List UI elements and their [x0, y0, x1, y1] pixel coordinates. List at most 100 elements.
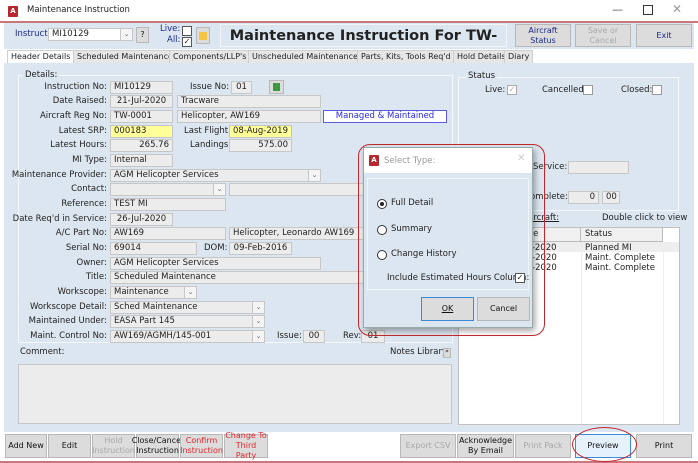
export-csv-button[interactable]: Export CSV: [400, 434, 456, 458]
last-flight-field[interactable]: 08-Aug-2019: [229, 125, 292, 138]
all-label: All:: [167, 35, 181, 45]
part-no-label: A/C Part No:: [55, 228, 107, 238]
close-cancel-instruction-button[interactable]: Close/Cancel Instruction: [132, 434, 183, 458]
workscope-value: Maintenance: [114, 287, 169, 297]
change-to-third-party-button[interactable]: Change To Third Party: [224, 431, 268, 460]
service-field[interactable]: [568, 161, 629, 174]
chevron-down-icon[interactable]: ⌄: [252, 302, 264, 313]
instruction-combo[interactable]: MI10129 ⌄: [48, 28, 133, 41]
managed-status-field: Managed & Maintained: [323, 110, 447, 123]
all-checkbox[interactable]: ✓: [182, 37, 192, 47]
reference-label: Reference:: [61, 199, 107, 209]
raised-by-field[interactable]: Tracware: [177, 95, 321, 108]
provider-combo[interactable]: AGM Helicopter Services ⌄: [110, 169, 321, 182]
workscope-detail-combo[interactable]: Sched Maintenance ⌄: [110, 301, 265, 314]
tab-hold-details[interactable]: Hold Details: [453, 50, 510, 64]
complete-minutes-field[interactable]: 00: [602, 191, 620, 204]
maximize-button[interactable]: [643, 5, 653, 15]
note-icon: [199, 31, 207, 40]
workscope-combo[interactable]: Maintenance ⌄: [110, 286, 197, 299]
date-raised-label: Date Raised:: [52, 96, 107, 106]
instruction-no-field[interactable]: MI10129: [110, 81, 173, 94]
grid-cell-status[interactable]: Maint. Complete: [585, 263, 655, 273]
tab-parts-kits-tools[interactable]: Parts, Kits, Tools Req'd: [357, 50, 455, 64]
owner-label: Owner:: [76, 258, 107, 268]
print-pack-button[interactable]: Print Pack: [515, 434, 571, 458]
notes-library-button[interactable]: *: [443, 348, 451, 358]
live-checkbox[interactable]: [182, 26, 192, 36]
edit-button[interactable]: Edit: [48, 434, 91, 458]
aircraft-desc-field[interactable]: Helicopter, AW169: [177, 110, 321, 123]
closed-checkbox[interactable]: [652, 85, 662, 95]
status-live-checkbox[interactable]: ✓: [507, 85, 517, 95]
part-desc-field[interactable]: Helicopter, Leonardo AW169: [229, 227, 369, 240]
closed-label: Closed:: [621, 85, 653, 95]
print-button[interactable]: Print: [636, 434, 692, 458]
dom-field[interactable]: 09-Feb-2016: [229, 242, 292, 255]
notes-button[interactable]: [196, 27, 210, 44]
title-bar: A Maintenance Instruction — ✕: [0, 0, 698, 22]
confirm-instruction-button[interactable]: Confirm Instruction: [180, 434, 223, 458]
grid-hint: Double click to view: [602, 213, 688, 223]
contact-label: Contact:: [71, 184, 107, 194]
reference-field[interactable]: TEST MI: [110, 198, 226, 211]
maintained-under-combo[interactable]: EASA Part 145 ⌄: [110, 315, 265, 328]
control-no-combo[interactable]: AW169/AGMH/145-001 ⌄: [110, 330, 265, 343]
comment-textarea[interactable]: [18, 364, 452, 424]
control-no-value: AW169/AGMH/145-001: [114, 331, 212, 341]
mi-type-field[interactable]: Internal: [110, 154, 173, 167]
chevron-down-icon[interactable]: ⌄: [120, 29, 132, 40]
close-button[interactable]: ✕: [672, 2, 682, 16]
column-header-status[interactable]: Status: [581, 228, 663, 242]
contact-combo[interactable]: ⌄: [110, 183, 226, 196]
acknowledge-by-email-button[interactable]: Acknowledge By Email: [457, 434, 514, 458]
maintained-under-value: EASA Part 145: [114, 316, 175, 326]
exit-button[interactable]: Exit: [636, 24, 692, 47]
latest-hours-field[interactable]: 265.76: [110, 139, 173, 152]
grid-cell-status[interactable]: Maint. Complete: [585, 253, 655, 263]
landings-field[interactable]: 575.00: [229, 139, 292, 152]
date-reqd-label: Date Req'd in Service:: [12, 214, 107, 224]
workscope-detail-value: Sched Maintenance: [114, 302, 198, 312]
tab-unscheduled-maintenance[interactable]: Unscheduled Maintenance: [248, 50, 362, 64]
date-reqd-field[interactable]: 26-Jul-2020: [110, 213, 173, 226]
tab-components[interactable]: Components/LLP's: [169, 50, 251, 64]
save-cancel-button[interactable]: Save or Cancel: [575, 24, 631, 47]
minimize-button[interactable]: —: [612, 3, 623, 16]
details-group-label: Details:: [23, 70, 60, 80]
aircraft-reg-field[interactable]: TW-0001: [110, 110, 173, 123]
chevron-down-icon[interactable]: ⌄: [308, 170, 320, 181]
owner-field[interactable]: AGM Helicopter Services: [110, 257, 321, 270]
dom-label: DOM:: [204, 243, 228, 253]
aircraft-status-button[interactable]: Aircraft Status: [515, 24, 571, 47]
serial-field[interactable]: 69014: [110, 242, 197, 255]
tab-diary[interactable]: Diary: [504, 50, 534, 64]
copy-button[interactable]: [269, 80, 284, 94]
title-label: Title:: [85, 272, 107, 282]
last-flight-label: Last Flight:: [184, 126, 231, 136]
workscope-label: Workscope:: [57, 287, 107, 297]
date-raised-field[interactable]: 21-Jul-2020: [110, 95, 173, 108]
chevron-down-icon[interactable]: ⌄: [252, 331, 264, 342]
tab-scheduled-maintenance[interactable]: Scheduled Maintenance: [73, 50, 177, 64]
chevron-down-icon[interactable]: ⌄: [213, 184, 225, 195]
grid-cell-status[interactable]: Planned MI: [585, 243, 632, 253]
chevron-down-icon[interactable]: ⌄: [252, 316, 264, 327]
title-field[interactable]: Scheduled Maintenance: [110, 271, 370, 284]
chevron-down-icon[interactable]: ⌄: [184, 287, 196, 298]
issue-no-field[interactable]: 01: [231, 81, 252, 94]
contact-detail-field[interactable]: [229, 183, 369, 196]
cancelled-label: Cancelled:: [542, 85, 587, 95]
part-no-field[interactable]: AW169: [110, 227, 226, 240]
provider-value: AGM Helicopter Services: [114, 170, 219, 180]
complete-hours-field[interactable]: 0: [568, 191, 599, 204]
workscope-detail-label: Workscope Detail:: [29, 302, 107, 312]
hold-instruction-button[interactable]: Hold Instruction: [92, 434, 135, 458]
help-button[interactable]: ?: [136, 27, 149, 43]
page-title: Maintenance Instruction For TW-0001: [220, 24, 507, 66]
control-no-label: Maint. Control No:: [30, 331, 107, 341]
latest-srp-field[interactable]: 000183: [110, 125, 173, 138]
add-new-button[interactable]: Add New: [5, 434, 47, 458]
issue-field[interactable]: 00: [303, 330, 325, 343]
cancelled-checkbox[interactable]: [583, 85, 593, 95]
